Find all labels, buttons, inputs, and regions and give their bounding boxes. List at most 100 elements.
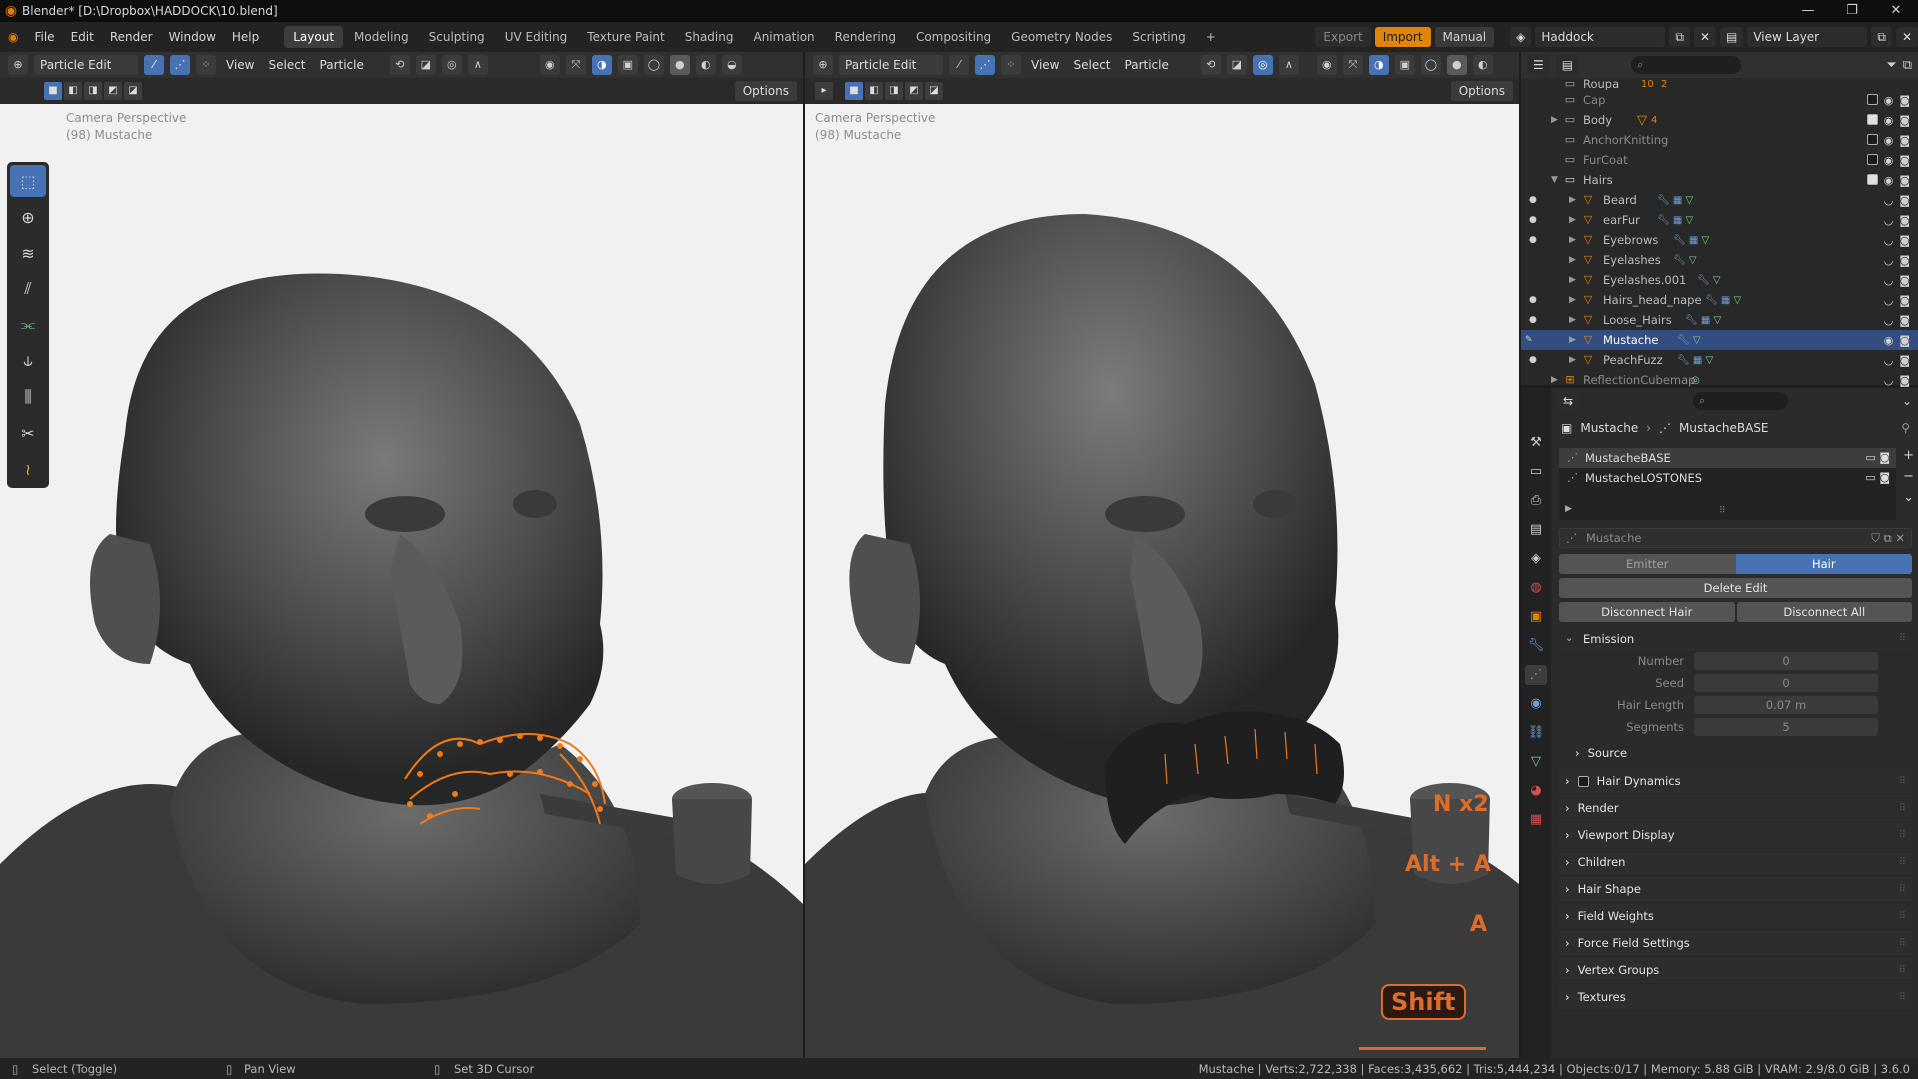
new-scene-icon[interactable]: ⧉ [1669,27,1690,47]
camera-icon[interactable]: ◙ [1899,234,1910,247]
panel-grip-icon[interactable]: ⠿ [1899,633,1906,644]
expand-icon[interactable]: ▶ [1569,195,1576,205]
menu-select[interactable]: Select [264,58,309,72]
emission-panel-header[interactable]: ⌄ Emission ⠿ [1559,628,1912,650]
restore-icon[interactable]: ❐ [1830,0,1874,22]
outliner-row-eyelashes[interactable]: ▶ ▽ Eyelashes 🔧︎ ▽ ◡ ◙ [1521,250,1918,270]
transform-pivot-icon[interactable]: ⟲ [1200,55,1221,75]
expand-icon[interactable]: ▶ [1569,255,1576,265]
outliner-row-hairs-head-nape[interactable]: ● ▶ ▽ Hairs_head_nape 🔧︎ ▦ ▽ ◡ ◙ [1521,290,1918,310]
eye-icon[interactable]: ◡ [1884,214,1894,227]
solid-shading-icon[interactable]: ● [1446,55,1467,75]
blender-menu-icon[interactable]: ◉ [0,22,26,52]
delete-edit-button[interactable]: Delete Edit [1559,578,1912,598]
expand-icon[interactable]: ▶ [1569,315,1576,325]
cut-tool-icon[interactable]: ✂ [10,417,46,449]
gizmo-icon[interactable]: ⤧ [1342,55,1363,75]
exclude-checkbox[interactable] [1866,173,1878,185]
panel-children[interactable]: › Children ⠿ [1559,849,1912,876]
properties-options-icon[interactable]: ⌄ [1902,394,1912,408]
eye-icon[interactable]: ◡ [1884,234,1894,247]
properties-editor-type-icon[interactable]: ⇆ [1557,391,1580,411]
panel-hair-dynamics[interactable]: › Hair Dynamics ⠿ [1559,768,1912,795]
expand-icon[interactable]: ▶ [1569,235,1576,245]
falloff-icon[interactable]: ∧ [467,55,488,75]
tab-sculpting[interactable]: Sculpting [420,26,494,48]
expand-icon[interactable]: ▶ [1569,215,1576,225]
show-viewport-icon[interactable]: ▭ [1865,471,1875,484]
outliner-row-mustache[interactable]: ✎ ▶ ▽ Mustache 🔧︎ ▽ ◉ ◙ [1521,330,1918,350]
puff-tool-icon[interactable]: ⫼ [10,381,46,413]
add-particle-system-icon[interactable]: + [1903,448,1914,463]
outliner-display-mode-icon[interactable]: ▤ [1555,55,1580,75]
xray-icon[interactable]: ▣ [617,55,638,75]
proportional-edit-icon[interactable]: ◎ [1252,55,1273,75]
list-item-mustachebase[interactable]: ⋰ MustacheBASE ▭ ◙ [1559,448,1896,468]
camera-icon[interactable]: ◙ [1899,154,1910,167]
camera-icon[interactable]: ◙ [1899,134,1910,147]
export-button[interactable]: Export [1315,27,1371,47]
collapse-icon[interactable]: ▼ [1551,175,1558,185]
outliner-row-loose-hairs[interactable]: ● ▶ ▽ Loose_Hairs 🔧︎ ▦ ▽ ◡ ◙ [1521,310,1918,330]
material-tab-icon[interactable]: ◕ [1525,781,1547,801]
solid-shading-icon[interactable]: ● [669,55,690,75]
mode-selector-right[interactable]: Particle Edit [839,55,943,75]
add-tool-icon[interactable]: ⫘ [10,309,46,341]
panel-grip-icon[interactable]: ⠿ [1899,776,1906,787]
tab-rendering[interactable]: Rendering [826,26,905,48]
texture-tab-icon[interactable]: ▦ [1525,810,1547,830]
options-button-right[interactable]: Options [1450,81,1513,101]
options-button[interactable]: Options [734,81,797,101]
camera-icon[interactable]: ◙ [1899,274,1910,287]
panel-force-field-settings[interactable]: › Force Field Settings ⠿ [1559,930,1912,957]
material-shading-icon[interactable]: ◐ [695,55,716,75]
camera-icon[interactable]: ◙ [1899,194,1910,207]
menu-view[interactable]: View [222,58,258,72]
eye-icon[interactable]: ◡ [1884,254,1894,267]
output-tab-icon[interactable]: ⎙ [1525,491,1547,511]
panel-textures[interactable]: › Textures ⠿ [1559,984,1912,1011]
object-tab-icon[interactable]: ▣ [1525,607,1547,627]
source-subpanel-header[interactable]: › Source [1575,742,1912,764]
eye-icon[interactable]: ◡ [1884,354,1894,367]
falloff-icon[interactable]: ∧ [1278,55,1299,75]
eye-icon[interactable]: ◡ [1884,194,1894,207]
weight-tool-icon[interactable]: ≀ [10,453,46,485]
eye-icon[interactable]: ◉ [1884,334,1894,347]
disconnect-all-button[interactable]: Disconnect All [1736,602,1912,622]
expand-icon[interactable]: ▶ [1569,335,1576,345]
exclude-checkbox[interactable] [1866,153,1878,165]
outliner-row-eyelashes-001[interactable]: ▶ ▽ Eyelashes.001 🔧︎ ▽ ◡ ◙ [1521,270,1918,290]
particle-edit-mode-icon[interactable]: ✎ [1525,335,1533,345]
menu-particle-right[interactable]: Particle [1121,58,1173,72]
mode-selector[interactable]: Particle Edit [34,55,138,75]
camera-icon[interactable]: ◙ [1899,214,1910,227]
list-item-mustachelostones[interactable]: ⋰ MustacheLOSTONES ▭ ◙ [1559,468,1896,488]
data-tab-icon[interactable]: ▽ [1525,752,1547,772]
eye-icon[interactable]: ◡ [1884,374,1894,387]
menu-edit[interactable]: Edit [63,22,102,52]
select-mode-invert-icon[interactable]: ◩ [104,82,122,100]
render-tab-icon[interactable]: ▭ [1525,462,1547,482]
select-mode-new-icon[interactable]: ■ [44,82,62,100]
proportional-edit-icon[interactable]: ◎ [441,55,462,75]
camera-icon[interactable]: ◙ [1899,314,1910,327]
remove-particle-system-icon[interactable]: − [1903,469,1914,484]
panel-grip-icon[interactable]: ⠿ [1899,884,1906,895]
visibility-icon[interactable]: ◉ [539,55,560,75]
rendered-shading-icon[interactable]: ◒ [721,55,742,75]
transform-pivot-icon[interactable]: ⟲ [389,55,410,75]
eye-icon[interactable]: ◉ [1884,114,1894,127]
menu-view-right[interactable]: View [1027,58,1063,72]
new-view-layer-icon[interactable]: ⧉ [1871,27,1892,47]
camera-icon[interactable]: ◙ [1899,94,1910,107]
tab-layout[interactable]: Layout [284,26,344,48]
select-mode-extend-icon[interactable]: ◧ [865,82,883,100]
tab-uv-editing[interactable]: UV Editing [496,26,577,48]
select-mode-subtract-icon[interactable]: ◨ [885,82,903,100]
panel-render[interactable]: › Render ⠿ [1559,795,1912,822]
particle-settings-field[interactable]: ⋰ Mustache ⛉ ⧉ ✕ [1559,528,1912,548]
eye-icon[interactable]: ◉ [1884,154,1894,167]
disconnect-hair-button[interactable]: Disconnect Hair [1559,602,1735,622]
tip-select-icon[interactable]: ⁘ [196,55,216,75]
